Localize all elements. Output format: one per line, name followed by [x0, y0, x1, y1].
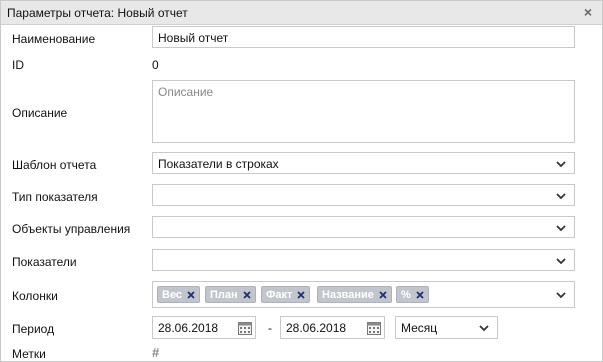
- name-label: Наименование: [12, 32, 96, 46]
- control-objects-select[interactable]: [152, 216, 575, 238]
- column-chip-name: Название: [317, 286, 392, 303]
- template-select-value: Показатели в строках: [158, 157, 279, 171]
- close-icon[interactable]: [242, 290, 252, 300]
- date-from-value: 28.06.2018: [158, 321, 219, 335]
- description-placeholder: Описание: [158, 85, 214, 99]
- date-to-input[interactable]: 28.06.2018: [280, 316, 385, 339]
- template-select[interactable]: Показатели в строках: [152, 152, 575, 174]
- indicators-label: Показатели: [12, 255, 77, 269]
- chip-label: %: [401, 288, 411, 301]
- indicator-type-label: Тип показателя: [12, 190, 98, 204]
- chevron-down-icon: [555, 255, 567, 267]
- chip-label: Вес: [162, 288, 183, 301]
- template-label: Шаблон отчета: [12, 158, 97, 172]
- hash-icon[interactable]: #: [152, 345, 159, 360]
- granularity-select[interactable]: Месяц: [395, 316, 498, 339]
- description-textarea[interactable]: Описание: [152, 80, 575, 143]
- period-separator: -: [268, 321, 272, 335]
- control-objects-label: Объекты управления: [12, 222, 131, 236]
- chip-label: Факт: [266, 288, 293, 301]
- chip-label: План: [210, 288, 238, 301]
- indicator-type-select[interactable]: [152, 184, 575, 206]
- chip-label: Название: [322, 288, 374, 301]
- tags-label: Метки: [12, 347, 46, 361]
- column-chip-percent: %: [396, 286, 429, 303]
- chevron-down-icon: [555, 190, 567, 202]
- calendar-icon[interactable]: [238, 321, 252, 335]
- chevron-down-icon: [478, 322, 490, 334]
- columns-label: Колонки: [12, 289, 58, 303]
- calendar-icon[interactable]: [367, 321, 381, 335]
- close-icon[interactable]: ×: [580, 4, 596, 20]
- column-chip-fact: Факт: [261, 286, 311, 303]
- indicators-select[interactable]: [152, 249, 575, 271]
- column-chip-plan: План: [205, 286, 256, 303]
- close-icon[interactable]: [415, 290, 425, 300]
- period-label: Период: [12, 322, 55, 336]
- report-params-dialog: Параметры отчета: Новый отчет × Наименов…: [0, 0, 603, 362]
- dialog-title: Параметры отчета: Новый отчет: [7, 6, 188, 20]
- columns-multiselect[interactable]: Вес План Факт Название %: [152, 281, 575, 308]
- granularity-value: Месяц: [401, 321, 438, 335]
- close-icon[interactable]: [296, 290, 306, 300]
- chevron-down-icon: [555, 222, 567, 234]
- name-input[interactable]: Новый отчет: [152, 26, 575, 48]
- close-icon[interactable]: [378, 290, 388, 300]
- name-input-value: Новый отчет: [158, 31, 229, 45]
- column-chip-weight: Вес: [157, 286, 201, 303]
- close-icon[interactable]: [186, 290, 196, 300]
- date-to-value: 28.06.2018: [286, 321, 347, 335]
- chevron-down-icon: [555, 289, 567, 301]
- id-value: 0: [152, 58, 159, 72]
- id-label: ID: [12, 58, 24, 72]
- dialog-titlebar: Параметры отчета: Новый отчет ×: [1, 1, 602, 25]
- description-label: Описание: [12, 106, 68, 120]
- date-from-input[interactable]: 28.06.2018: [152, 316, 256, 339]
- chevron-down-icon: [555, 158, 567, 170]
